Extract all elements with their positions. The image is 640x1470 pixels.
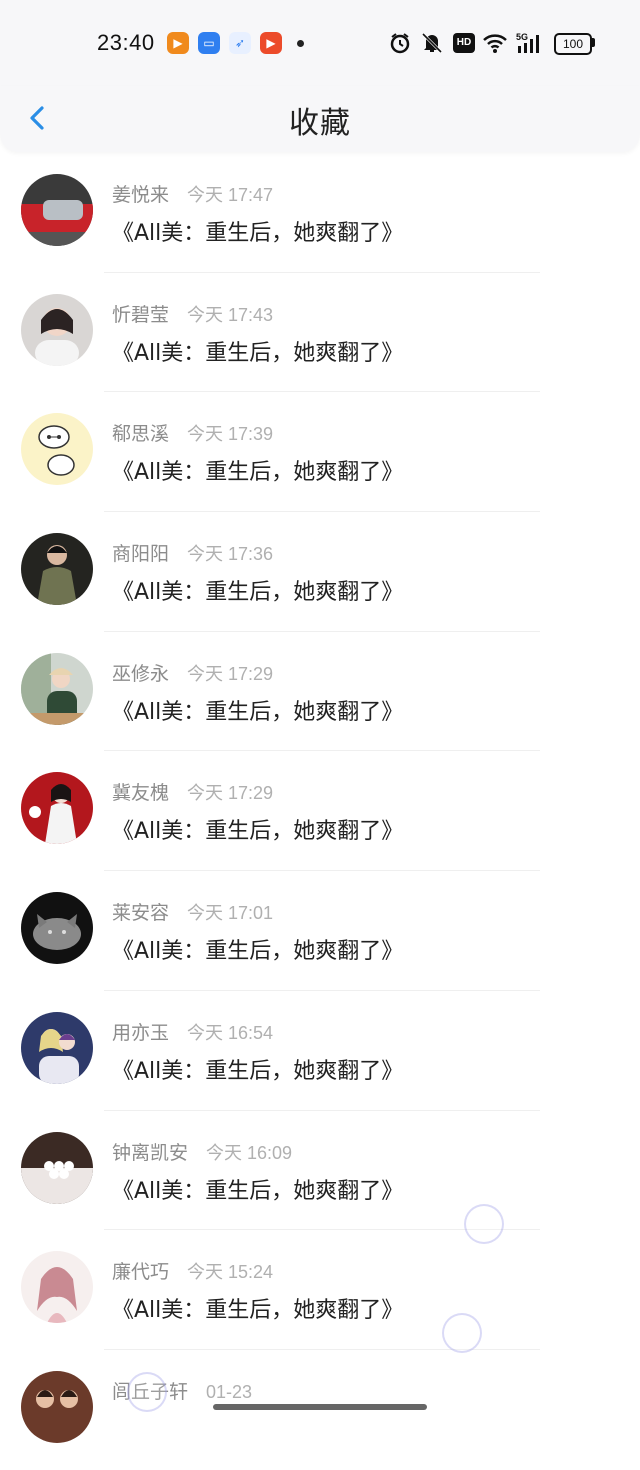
- timestamp: 今天 17:01: [187, 903, 274, 924]
- avatar: [21, 413, 93, 486]
- list-item[interactable]: 姜悦来 今天 17:47 《All美：重生后，她爽翻了》: [0, 153, 640, 273]
- mute-icon: [419, 32, 445, 54]
- favorites-list: 姜悦来 今天 17:47 《All美：重生后，她爽翻了》 忻碧莹 今天 17:43 …: [0, 153, 640, 1470]
- timestamp: 今天 16:09: [206, 1142, 293, 1163]
- svg-text:5G: 5G: [516, 32, 528, 42]
- avatar: [21, 1251, 93, 1324]
- avatar: [21, 772, 93, 845]
- list-item[interactable]: 忻碧莹 今天 17:43 《All美：重生后，她爽翻了》: [0, 273, 640, 393]
- author-name: 商阳阳 今天 17:36: [112, 543, 274, 566]
- list-item[interactable]: 廉代巧 今天 15:24 《All美：重生后，她爽翻了》: [0, 1230, 640, 1350]
- page-title: 收藏: [289, 106, 351, 141]
- avatar: [21, 174, 93, 246]
- timestamp: 今天 17:39: [187, 424, 274, 445]
- header-bar: 收藏: [0, 86, 640, 152]
- timestamp: 今天 17:29: [187, 663, 274, 684]
- list-item[interactable]: 郗思溪 今天 17:39 《All美：重生后，她爽翻了》: [0, 392, 640, 513]
- battery-icon: 100: [554, 33, 592, 55]
- avatar: [21, 533, 93, 606]
- list-item[interactable]: 用亦玉 今天 16:54 《All美：重生后，她爽翻了》: [0, 991, 640, 1111]
- author-name: 郗思溪 今天 17:39: [112, 423, 274, 446]
- avatar: [21, 892, 93, 965]
- timestamp: 今天 17:36: [187, 544, 274, 565]
- avatar: [21, 1131, 93, 1204]
- book-title: 《All美：重生后，她爽翻了》: [112, 939, 404, 965]
- hd-icon: HD: [453, 33, 475, 53]
- list-item[interactable]: 莱安容 今天 17:01 《All美：重生后，她爽翻了》: [0, 871, 640, 991]
- app-icon-orange: ▶: [167, 32, 189, 54]
- status-bar: 23:40 ▶ ▭ ➶ ▶ HD 5G 100: [0, 0, 640, 86]
- book-title: 《All美：重生后，她爽翻了》: [112, 460, 404, 486]
- book-title: 《All美：重生后，她爽翻了》: [112, 1058, 404, 1084]
- author-name: 巫修永 今天 17:29: [112, 662, 274, 685]
- timestamp: 今天 16:54: [187, 1022, 274, 1043]
- touch-indicator: [127, 1372, 167, 1412]
- signal-icon: 5G: [516, 32, 546, 54]
- author-name: 钟离凯安 今天 16:09: [112, 1141, 293, 1164]
- compass-icon: ➶: [229, 32, 251, 54]
- book-title: 《All美：重生后，她爽翻了》: [112, 1178, 404, 1204]
- touch-indicator: [442, 1313, 482, 1353]
- home-indicator[interactable]: [213, 1404, 427, 1410]
- author-name: 莱安容 今天 17:01: [112, 902, 274, 925]
- timestamp: 01-23: [206, 1381, 253, 1402]
- avatar: [21, 1011, 93, 1084]
- battery-tip: [592, 38, 595, 47]
- author-name: 姜悦来 今天 17:47: [112, 184, 274, 206]
- book-title: 《All美：重生后，她爽翻了》: [112, 340, 404, 366]
- timestamp: 今天 17:43: [187, 304, 274, 325]
- status-time: 23:40: [97, 30, 155, 55]
- author-name: 冀友槐 今天 17:29: [112, 782, 274, 805]
- video-app-icon: ▶: [260, 32, 282, 54]
- author-name: 用亦玉 今天 16:54: [112, 1021, 274, 1044]
- author-name: 廉代巧 今天 15:24: [112, 1261, 274, 1284]
- author-name: 忻碧莹 今天 17:43: [112, 303, 274, 326]
- app-icon-blue: ▭: [198, 32, 220, 54]
- timestamp: 今天 15:24: [187, 1262, 274, 1283]
- list-item[interactable]: 商阳阳 今天 17:36 《All美：重生后，她爽翻了》: [0, 512, 640, 632]
- book-title: 《All美：重生后，她爽翻了》: [112, 699, 404, 725]
- touch-indicator: [464, 1204, 504, 1244]
- avatar: [21, 293, 93, 366]
- timestamp: 今天 17:29: [187, 783, 274, 804]
- book-title: 《All美：重生后，她爽翻了》: [112, 819, 404, 845]
- book-title: 《All美：重生后，她爽翻了》: [112, 580, 404, 606]
- list-item[interactable]: 冀友槐 今天 17:29 《All美：重生后，她爽翻了》: [0, 751, 640, 872]
- avatar: [21, 652, 93, 725]
- list-item[interactable]: 钟离凯安 今天 16:09 《All美：重生后，她爽翻了》: [0, 1111, 640, 1231]
- more-notifications-dot: [297, 40, 304, 47]
- book-title: 《All美：重生后，她爽翻了》: [112, 1298, 404, 1324]
- wifi-icon: [482, 32, 508, 54]
- alarm-icon: [388, 32, 412, 54]
- avatar: [21, 1370, 93, 1443]
- book-title: 《All美：重生后，她爽翻了》: [112, 221, 404, 246]
- timestamp: 今天 17:47: [187, 185, 274, 205]
- list-item[interactable]: 巫修永 今天 17:29 《All美：重生后，她爽翻了》: [0, 632, 640, 752]
